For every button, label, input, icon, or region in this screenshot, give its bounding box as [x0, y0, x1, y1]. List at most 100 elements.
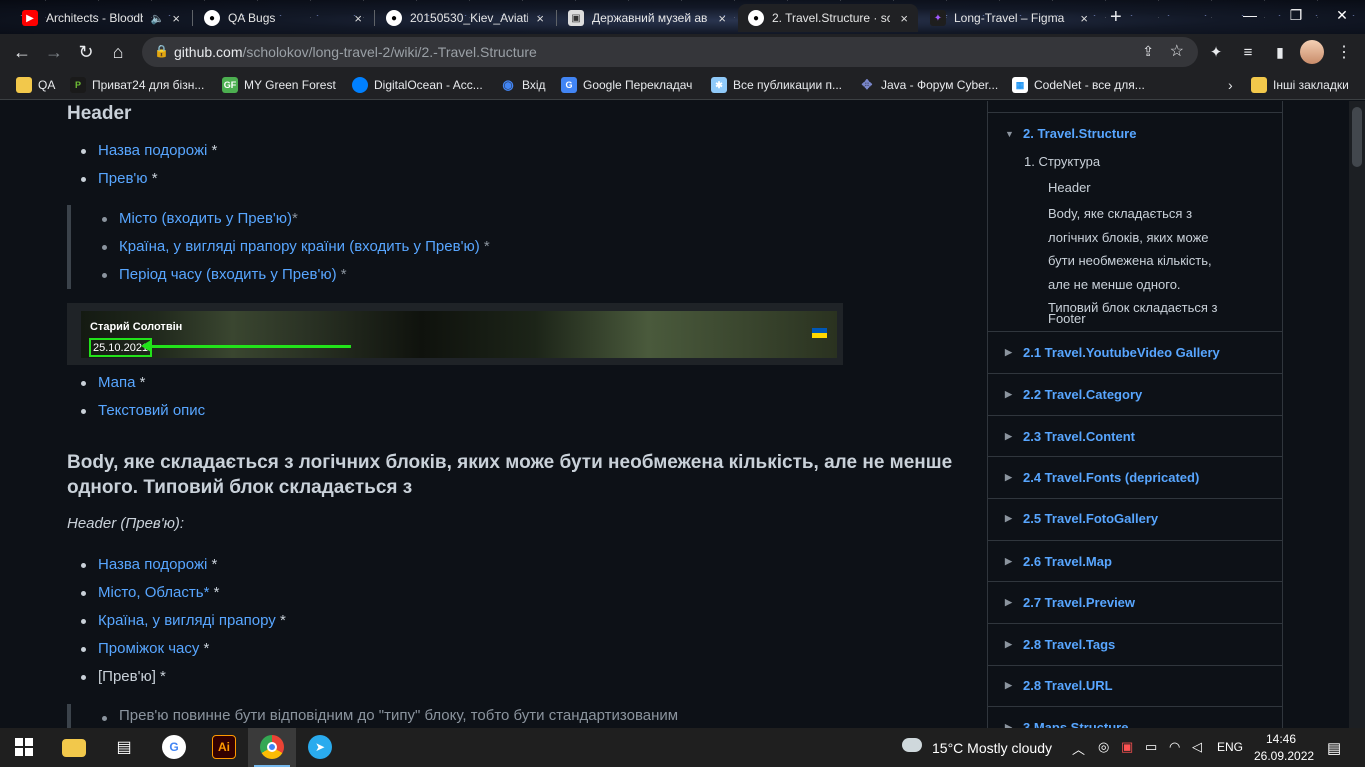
- link-trip-name[interactable]: Назва подорожі: [98, 556, 207, 573]
- extensions-icon[interactable]: ✦: [1204, 40, 1228, 64]
- menu-kebab-icon[interactable]: ⋮: [1332, 40, 1356, 64]
- close-icon[interactable]: ×: [718, 11, 726, 26]
- bookmark-label: QA: [38, 78, 56, 92]
- illustrator-icon[interactable]: Ai: [212, 735, 236, 759]
- sidebar-item-label: 2.8 Travel.Tags: [1023, 637, 1116, 652]
- telegram-icon[interactable]: ➤: [308, 735, 332, 759]
- list-item: Проміжок часу *: [67, 635, 867, 663]
- bookmarks-overflow-chevron[interactable]: ›: [1228, 75, 1233, 95]
- forward-button[interactable]: →: [42, 40, 66, 64]
- close-icon[interactable]: ×: [900, 11, 908, 26]
- tab-museum[interactable]: ▣ Державний музей ав ×: [558, 4, 736, 32]
- lock-icon[interactable]: 🔒: [154, 44, 169, 58]
- bookmark-mygreenforest[interactable]: GF MY Green Forest: [222, 75, 336, 95]
- toc-header[interactable]: Header: [1048, 176, 1091, 200]
- close-icon[interactable]: ×: [1080, 11, 1088, 26]
- close-window-button[interactable]: ✕: [1319, 0, 1365, 30]
- side-panel-icon[interactable]: ▮: [1268, 40, 1292, 64]
- tab-qa-bugs[interactable]: ● QA Bugs ×: [194, 4, 372, 32]
- language-indicator[interactable]: ENG: [1217, 740, 1243, 754]
- toc-structure[interactable]: 1. Структура: [1024, 150, 1100, 174]
- toc-body[interactable]: Body, яке складається з логічних блоків,…: [1048, 202, 1248, 320]
- bookmark-digitalocean[interactable]: DigitalOcean - Acc...: [352, 75, 483, 95]
- link-country-flag[interactable]: Країна, у вигляді прапору: [98, 612, 276, 629]
- sidebar-item-map[interactable]: ▶ 2.6 Travel.Map: [988, 540, 1282, 581]
- bookmark-qa[interactable]: QA: [16, 75, 55, 95]
- chrome-canary-icon[interactable]: G: [162, 735, 186, 759]
- weather-widget[interactable]: 15°C Mostly cloudy: [932, 740, 1052, 756]
- tab-travel-structure[interactable]: ● 2. Travel.Structure · sch ×: [738, 4, 918, 32]
- new-tab-button[interactable]: +: [1110, 6, 1122, 29]
- chrome-icon[interactable]: [260, 735, 284, 759]
- bookmark-label: Java - Форум Cyber...: [881, 78, 999, 92]
- link-city[interactable]: Місто (входить у Прев'ю): [119, 210, 292, 227]
- scanner-icon[interactable]: ▤: [112, 735, 136, 759]
- sidebar-item-maps-structure[interactable]: ▶ 3 Maps.Structure: [988, 706, 1282, 728]
- link-city-region[interactable]: Місто, Область*: [98, 584, 209, 601]
- restore-button[interactable]: ❐: [1273, 0, 1319, 30]
- sidebar-item-content[interactable]: ▶ 2.3 Travel.Content: [988, 415, 1282, 456]
- tab-figma[interactable]: ✦ Long-Travel – Figma ×: [920, 4, 1098, 32]
- link-map[interactable]: Мапа: [98, 374, 135, 391]
- bookmark-google-translate[interactable]: G Google Перекладач: [561, 75, 692, 95]
- sidebar-item-category[interactable]: ▶ 2.2 Travel.Category: [988, 373, 1282, 415]
- clock-time[interactable]: 14:46: [1266, 732, 1296, 746]
- sidebar-item-fotogallery[interactable]: ▶ 2.5 Travel.FotoGallery: [988, 498, 1282, 540]
- address-bar[interactable]: 🔒 github.com/scholokov/long-travel-2/wik…: [142, 37, 1198, 67]
- sidebar-item-url[interactable]: ▶ 2.8 Travel.URL: [988, 665, 1282, 706]
- speaker-icon[interactable]: 🔈: [151, 12, 165, 25]
- sidebar-item-expanded[interactable]: ▼ 2. Travel.Structure: [1005, 126, 1136, 141]
- scrollbar-thumb[interactable]: [1352, 107, 1362, 167]
- profile-avatar[interactable]: [1300, 40, 1324, 64]
- sidebar-item-travel-structure: ▼ 2. Travel.Structure 1. Структура Header…: [988, 112, 1282, 331]
- close-icon[interactable]: ×: [536, 11, 544, 26]
- bookmark-vkhid[interactable]: ◉ Вхід: [500, 75, 545, 95]
- notification-icon[interactable]: ▤: [1327, 739, 1341, 757]
- minimize-button[interactable]: —: [1227, 0, 1273, 30]
- bookmark-privat24[interactable]: P Приват24 для бізн...: [70, 75, 204, 95]
- media-control-icon[interactable]: ≡: [1236, 40, 1260, 64]
- chevron-up-icon[interactable]: ︿: [1072, 739, 1085, 758]
- sidebar-item-fonts[interactable]: ▶ 2.4 Travel.Fonts (depricated): [988, 456, 1282, 498]
- bookmark-other[interactable]: Інші закладки: [1251, 75, 1349, 95]
- antivirus-icon[interactable]: ▣: [1121, 739, 1133, 755]
- start-icon[interactable]: [12, 735, 36, 759]
- required-mark: *: [207, 142, 218, 159]
- sidebar-item-youtube-gallery[interactable]: ▶ 2.1 Travel.YoutubeVideo Gallery: [988, 331, 1282, 373]
- list-item: Країна, у вигляді прапору країни (входит…: [88, 233, 490, 261]
- link-text-description[interactable]: Текстовий опис: [98, 402, 205, 419]
- bookmark-publications[interactable]: ✱ Все публикации п...: [711, 75, 842, 95]
- bookmark-star-icon[interactable]: ☆: [1170, 41, 1184, 61]
- volume-icon[interactable]: ◁: [1192, 739, 1202, 755]
- cyberforum-icon: ✥: [861, 77, 873, 92]
- bookmark-codenet[interactable]: ▦ CodeNet - все для...: [1012, 75, 1145, 95]
- link-country-flag[interactable]: Країна, у вигляді прапору країни (входит…: [119, 238, 480, 255]
- tab-youtube[interactable]: ▶ Architects - Bloodb 🔈 ×: [12, 4, 190, 32]
- page-scrollbar[interactable]: [1349, 101, 1365, 728]
- back-button[interactable]: ←: [10, 40, 34, 64]
- link-time-interval[interactable]: Проміжок часу: [98, 640, 199, 657]
- sidebar-item-preview[interactable]: ▶ 2.7 Travel.Preview: [988, 581, 1282, 623]
- battery-icon[interactable]: ▭: [1145, 739, 1157, 755]
- link-preview[interactable]: Прев'ю: [98, 170, 148, 187]
- clock-date[interactable]: 26.09.2022: [1254, 749, 1314, 763]
- link-trip-name[interactable]: Назва подорожі: [98, 142, 207, 159]
- meet-icon[interactable]: ◎: [1098, 739, 1109, 755]
- home-button[interactable]: ⌂: [106, 40, 130, 64]
- share-icon[interactable]: ⇪: [1142, 43, 1154, 60]
- tab-kiev-aviation[interactable]: ● 20150530_Kiev_Aviatio ×: [376, 4, 554, 32]
- toc-footer[interactable]: Footer: [1048, 307, 1086, 331]
- close-icon[interactable]: ×: [354, 11, 362, 26]
- sidebar-item-tags[interactable]: ▶ 2.8 Travel.Tags: [988, 623, 1282, 665]
- file-explorer-icon[interactable]: [62, 739, 86, 757]
- caret-right-icon: ▶: [1005, 556, 1012, 566]
- sidebar-item-label: 2.4 Travel.Fonts (depricated): [1023, 470, 1200, 485]
- bookmark-cyberforum[interactable]: ✥ Java - Форум Cyber...: [859, 75, 999, 95]
- bookmark-label: MY Green Forest: [244, 78, 336, 92]
- header-list-continued: Мапа * Текстовий опис: [67, 369, 867, 425]
- close-icon[interactable]: ×: [172, 11, 180, 26]
- link-time-period[interactable]: Період часу (входить у Прев'ю): [119, 266, 337, 283]
- sidebar-item-label: 2.3 Travel.Content: [1023, 429, 1135, 444]
- wifi-icon[interactable]: ◠: [1169, 739, 1180, 755]
- reload-button[interactable]: ↻: [74, 40, 98, 64]
